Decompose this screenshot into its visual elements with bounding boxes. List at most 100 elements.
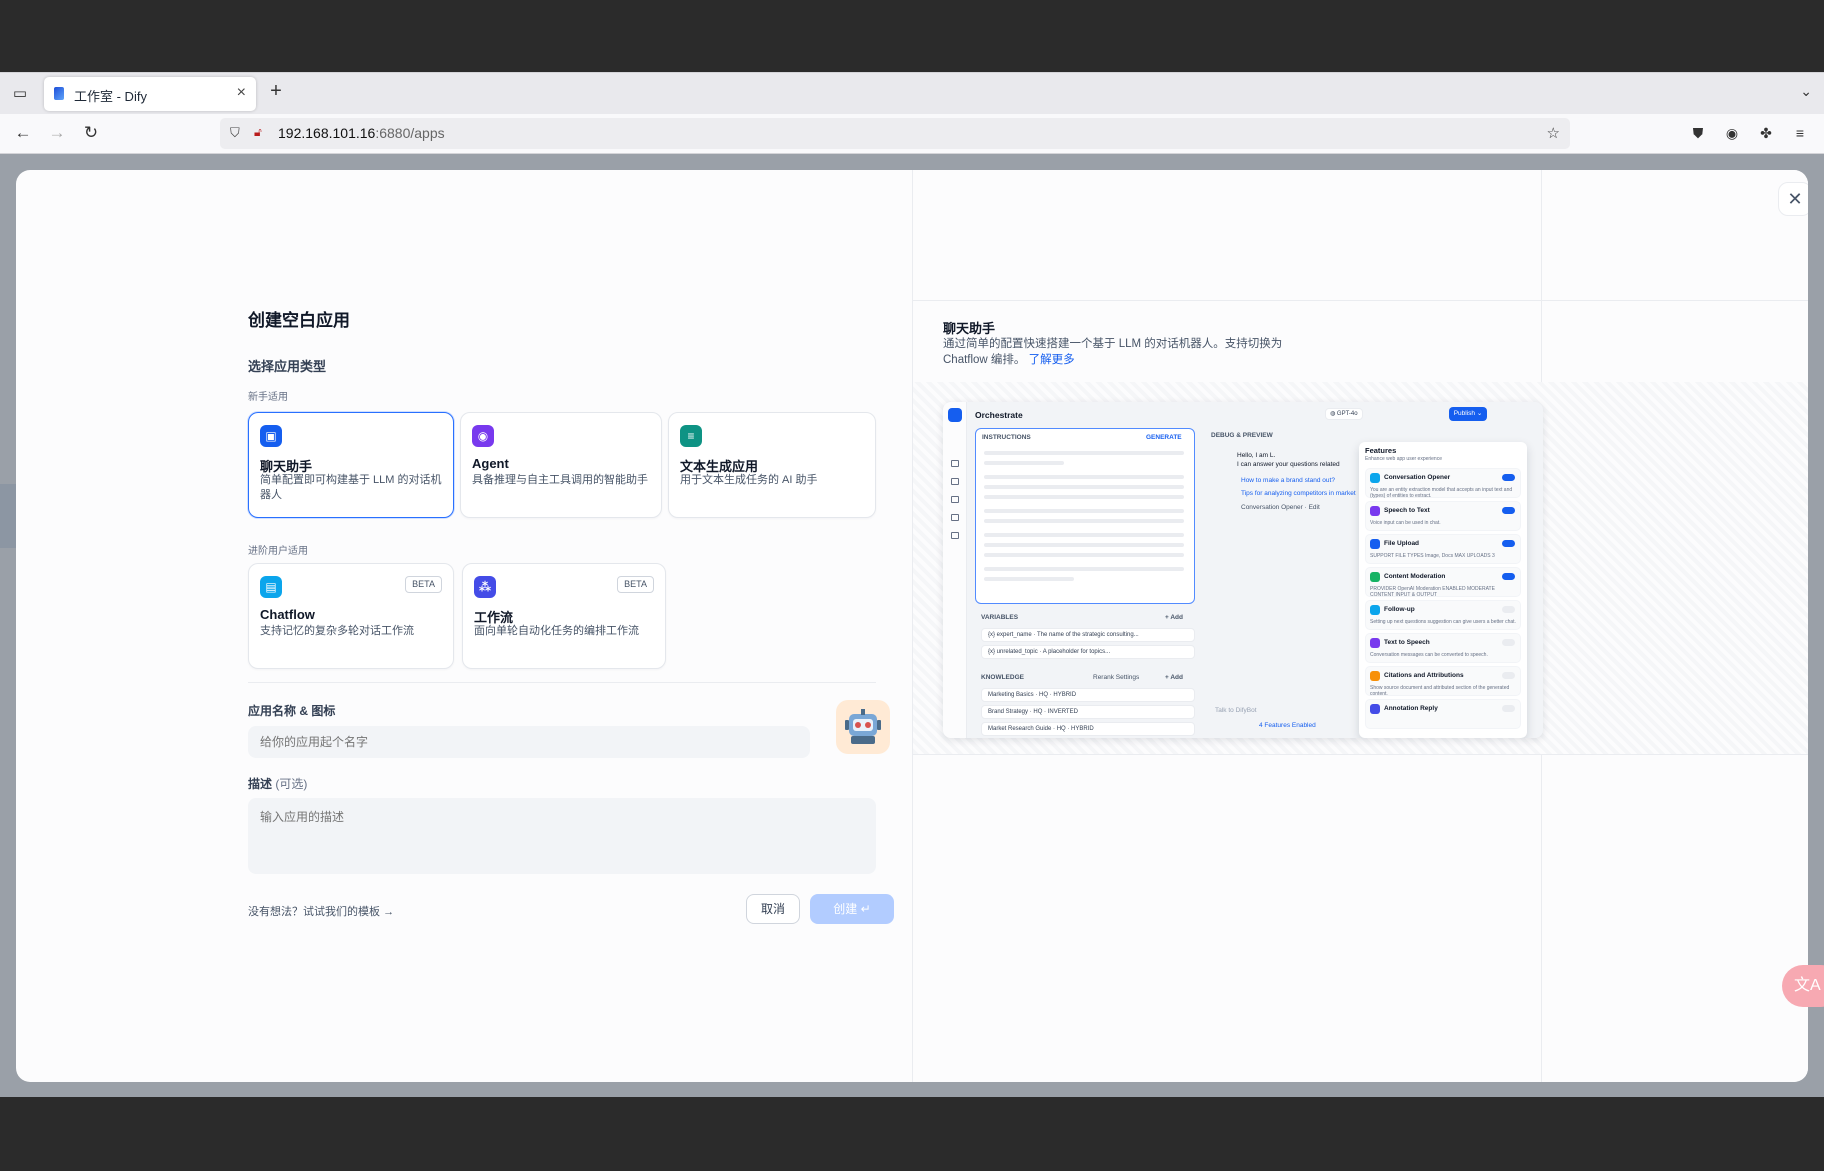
- pocket-icon[interactable]: ⛊: [1688, 123, 1708, 143]
- forward-icon[interactable]: →: [46, 122, 68, 144]
- card-title: Agent: [472, 456, 509, 471]
- url-bar[interactable]: ⛉ 🔓︎ 192.168.101.16:6880/apps ☆: [220, 118, 1570, 149]
- feature-icon: [1370, 572, 1380, 582]
- template-link[interactable]: 没有想法？试试我们的模板 →: [248, 903, 394, 919]
- placeholder-line: [984, 553, 1184, 557]
- placeholder-line: [984, 567, 1184, 571]
- feature-name: Conversation Opener: [1384, 474, 1451, 481]
- app-icon-picker[interactable]: [836, 700, 890, 754]
- preview-pane: 聊天助手 通过简单的配置快速搭建一个基于 LLM 的对话机器人。支持切换为 Ch…: [912, 170, 1808, 1082]
- placeholder-line: [984, 543, 1184, 547]
- tab-close-icon[interactable]: ×: [237, 84, 246, 102]
- modal-title: 创建空白应用: [248, 311, 350, 330]
- feature-icon: [1370, 671, 1380, 681]
- feature-toggle: [1502, 606, 1515, 613]
- preview-nav-icon: [951, 478, 959, 485]
- feature-name: Content Moderation: [1384, 573, 1446, 580]
- description-textarea[interactable]: [248, 798, 876, 874]
- new-tab-icon[interactable]: +: [266, 81, 286, 101]
- feature-toggle: [1502, 705, 1515, 712]
- app-type-card-chatflow[interactable]: ▤ BETA Chatflow 支持记忆的复杂多轮对话工作流: [248, 563, 454, 669]
- feature-toggle: [1502, 573, 1515, 580]
- app-type-card-text-gen[interactable]: ≡ 文本生成应用 用于文本生成任务的 AI 助手: [668, 412, 876, 518]
- tabs-overview-icon[interactable]: ▭: [10, 84, 30, 104]
- placeholder-line: [984, 475, 1184, 479]
- url-text[interactable]: 192.168.101.16:6880/apps: [278, 125, 445, 141]
- feature-icon: [1370, 704, 1380, 714]
- divider: [248, 682, 876, 683]
- preview-variable-row: {x} expert_name · The name of the strate…: [981, 628, 1195, 642]
- account-icon[interactable]: ◉: [1722, 123, 1742, 143]
- app-name-input[interactable]: [248, 726, 810, 758]
- back-icon[interactable]: ←: [12, 122, 34, 144]
- feature-toggle: [1502, 672, 1515, 679]
- card-desc: 用于文本生成任务的 AI 助手: [680, 474, 818, 486]
- arrow-right-icon: →: [383, 906, 395, 918]
- preview-generate-label: GENERATE: [1146, 434, 1182, 441]
- preview-instructions-label: INSTRUCTIONS: [982, 434, 1031, 441]
- preview-orchestrate-title: Orchestrate: [975, 410, 1023, 420]
- beginner-group-label: 新手适用: [248, 392, 288, 403]
- menu-icon[interactable]: ≡: [1790, 123, 1810, 143]
- chat-bot-icon: ▣: [260, 425, 282, 447]
- reload-icon[interactable]: ↻: [80, 122, 102, 144]
- create-app-modal: 创建空白应用 选择应用类型 新手适用 ▣ 聊天助手 简单配置即可构建基于 LLM…: [16, 170, 1808, 1082]
- preview-add-label: + Add: [1165, 614, 1183, 621]
- bookmark-star-icon[interactable]: ☆: [1547, 124, 1560, 142]
- chatflow-icon: ▤: [260, 576, 282, 598]
- feature-desc: You are an entity extraction model that …: [1370, 487, 1513, 499]
- insecure-lock-icon[interactable]: 🔓︎: [254, 125, 262, 140]
- feature-name: Follow-up: [1384, 606, 1415, 613]
- app-type-card-agent[interactable]: ◉ Agent 具备推理与自主工具调用的智能助手: [460, 412, 662, 518]
- preview-nav-icon: [951, 460, 959, 467]
- browser-nav-bar: ← → ↻ ⛉ 🔓︎ 192.168.101.16:6880/apps ☆ ⛊ …: [0, 114, 1824, 154]
- preview-opener-row: Conversation Opener · Edit: [1241, 504, 1320, 511]
- grid-line: [913, 754, 1808, 755]
- shield-icon[interactable]: ⛉: [230, 125, 240, 141]
- grid-line: [913, 300, 1808, 301]
- description-label: 描述 (可选): [248, 777, 308, 791]
- app-type-card-chat[interactable]: ▣ 聊天助手 简单配置即可构建基于 LLM 的对话机器人: [248, 412, 454, 518]
- close-modal-button[interactable]: ✕: [1778, 182, 1808, 216]
- create-button[interactable]: 创建 ↵: [810, 894, 894, 924]
- preview-screenshot: Orchestrate ◍ GPT-4o Publish ⌄ INSTRUCTI…: [943, 402, 1543, 738]
- tab-list-chevron-icon[interactable]: ⌄: [1800, 83, 1812, 100]
- feature-icon: [1370, 539, 1380, 549]
- learn-more-link[interactable]: 了解更多: [1029, 354, 1075, 366]
- screen-bottom: [0, 1097, 1824, 1171]
- preview-nav-icon: [951, 532, 959, 539]
- robot-avatar-icon: [845, 709, 881, 744]
- feature-toggle: [1502, 540, 1515, 547]
- feature-toggle: [1502, 639, 1515, 646]
- feature-desc: Voice input can be used in chat.: [1370, 520, 1441, 526]
- card-desc: 简单配置即可构建基于 LLM 的对话机器人: [260, 474, 442, 501]
- extensions-icon[interactable]: ✤: [1756, 123, 1776, 143]
- placeholder-line: [984, 495, 1184, 499]
- card-desc: 支持记忆的复杂多轮对话工作流: [260, 625, 414, 637]
- translate-float-button[interactable]: 文A: [1782, 965, 1824, 1007]
- browser-tab-bar: ▭ 工作室 - Dify × + ⌄: [0, 72, 1824, 114]
- app-name-label: 应用名称 & 图标: [248, 704, 336, 718]
- preview-suggestion: How to make a brand stand out?: [1241, 477, 1335, 484]
- browser-tab[interactable]: 工作室 - Dify ×: [44, 77, 256, 111]
- choose-type-heading: 选择应用类型: [248, 359, 327, 374]
- feature-desc: SUPPORT FILE TYPES Image, Docs MAX UPLOA…: [1370, 553, 1495, 559]
- workflow-icon: ⁂: [474, 576, 496, 598]
- preview-features-sub: Enhance web app user experience: [1365, 456, 1442, 462]
- preview-sidebar: [943, 402, 967, 738]
- beta-badge: BETA: [405, 576, 442, 593]
- cancel-button[interactable]: 取消: [746, 894, 800, 924]
- preview-feature-row: Follow-up Setting up next questions sugge…: [1365, 600, 1521, 630]
- preview-desc: 通过简单的配置快速搭建一个基于 LLM 的对话机器人。支持切换为 Chatflo…: [943, 338, 1283, 366]
- placeholder-line: [984, 451, 1184, 455]
- preview-feature-row: Speech to Text Voice input can be used in…: [1365, 501, 1521, 531]
- preview-chat-input: Talk to DifyBot: [1215, 707, 1257, 714]
- feature-name: Speech to Text: [1384, 507, 1430, 514]
- feature-desc: Setting up next questions suggestion can…: [1370, 619, 1516, 625]
- feature-name: Citations and Attributions: [1384, 672, 1464, 679]
- feature-icon: [1370, 506, 1380, 516]
- app-type-card-workflow[interactable]: ⁂ BETA 工作流 面向单轮自动化任务的编排工作流: [462, 563, 666, 669]
- feature-name: Text to Speech: [1384, 639, 1430, 646]
- placeholder-line: [984, 509, 1184, 513]
- preview-logo-icon: [948, 408, 962, 422]
